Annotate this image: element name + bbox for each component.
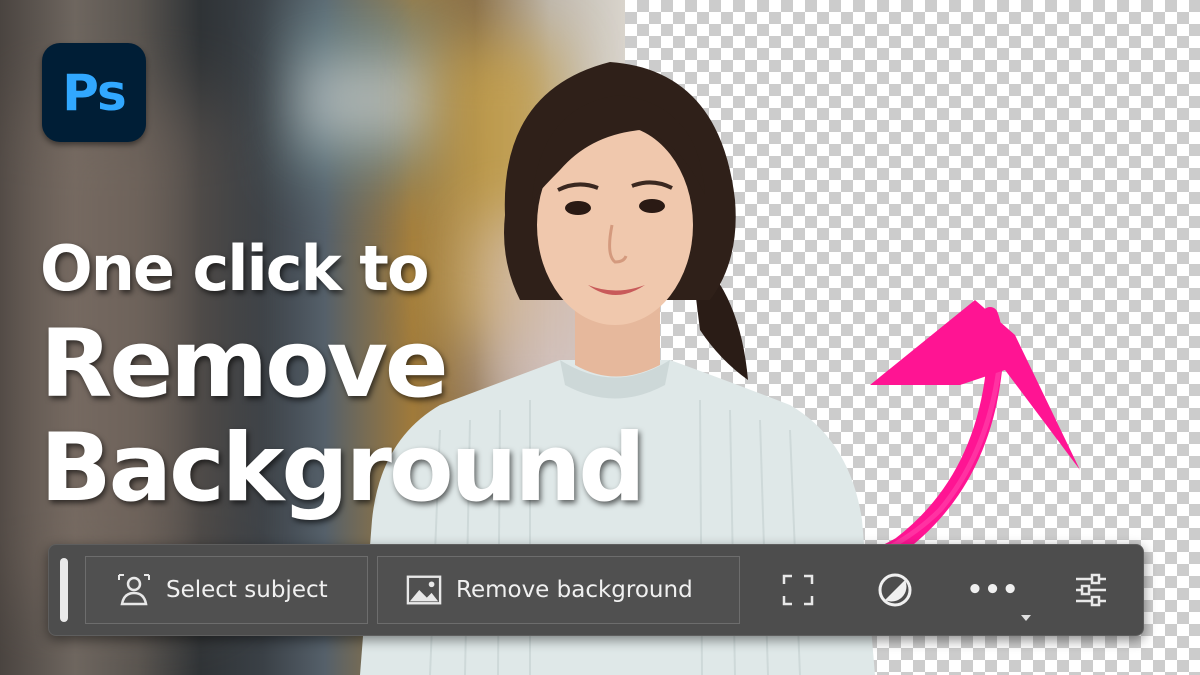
sliders-icon[interactable] (1070, 569, 1112, 611)
remove-background-button[interactable]: Remove background (377, 556, 740, 624)
remove-background-label: Remove background (456, 577, 693, 603)
person-select-icon (116, 572, 152, 608)
photoshop-logo-text: Ps (62, 63, 127, 122)
contextual-task-bar: Select subject Remove background ••• (48, 544, 1144, 636)
select-subject-label: Select subject (166, 577, 328, 603)
chevron-down-icon[interactable] (1021, 615, 1031, 621)
headline-line-3: Background (40, 414, 646, 523)
more-label: ••• (966, 575, 1020, 605)
taskbar-drag-handle[interactable] (60, 558, 68, 622)
contrast-circle-icon[interactable] (874, 569, 916, 611)
image-icon (406, 572, 442, 608)
more-icon[interactable]: ••• (967, 569, 1019, 611)
photoshop-logo: Ps (42, 43, 146, 142)
headline-line-2: Remove (40, 310, 449, 419)
select-subject-button[interactable]: Select subject (85, 556, 368, 624)
expand-icon[interactable] (777, 569, 819, 611)
headline-line-1: One click to (40, 232, 430, 305)
